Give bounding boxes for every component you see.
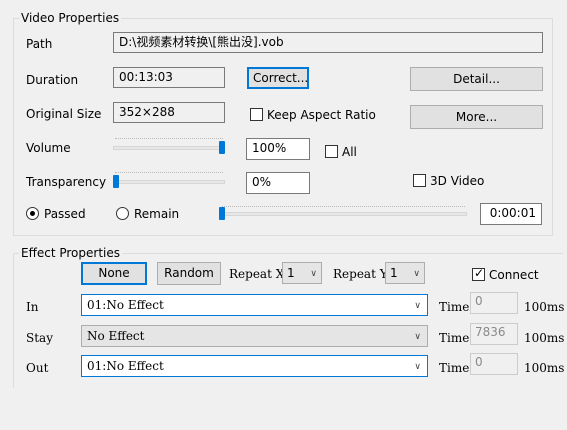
- transparency-slider-track[interactable]: [113, 180, 225, 184]
- transparency-field[interactable]: 0%: [246, 172, 310, 194]
- passed-radio[interactable]: [26, 207, 39, 220]
- in-time-field[interactable]: 0: [470, 292, 518, 314]
- in-time-label: Time: [439, 300, 470, 314]
- 3d-video-checkbox[interactable]: [413, 174, 426, 187]
- connect-label[interactable]: Connect: [489, 268, 539, 282]
- stay-effect-value: No Effect: [87, 329, 145, 343]
- repeat-y-label: Repeat Y: [333, 267, 388, 281]
- volume-field[interactable]: 100%: [246, 138, 310, 160]
- video-properties-title: Video Properties: [19, 11, 122, 25]
- chevron-down-icon: ∨: [310, 269, 317, 279]
- repeat-x-label: Repeat X: [229, 267, 285, 281]
- chevron-down-icon: ∨: [414, 332, 421, 342]
- out-label: Out: [26, 361, 49, 375]
- checkmark-icon: ✓: [474, 266, 485, 280]
- original-size-label: Original Size: [26, 107, 102, 121]
- chevron-down-icon: ∨: [414, 362, 421, 372]
- position-slider-thumb[interactable]: [219, 207, 225, 220]
- stay-time-field[interactable]: 7836: [470, 323, 518, 345]
- stay-time-label: Time: [439, 331, 470, 345]
- all-label[interactable]: All: [342, 145, 357, 159]
- repeat-x-value: 1: [287, 266, 295, 280]
- in-unit-label: 100ms: [524, 300, 565, 314]
- transparency-slider-ticks: [115, 172, 223, 174]
- out-effect-select[interactable]: 01:No Effect ∨: [81, 355, 428, 377]
- 3d-video-label[interactable]: 3D Video: [430, 174, 484, 188]
- repeat-y-select[interactable]: 1 ∨: [385, 262, 425, 284]
- detail-button[interactable]: Detail...: [410, 67, 543, 91]
- effect-properties-title: Effect Properties: [19, 246, 122, 260]
- remain-radio[interactable]: [116, 207, 129, 220]
- stay-effect-select[interactable]: No Effect ∨: [81, 325, 428, 347]
- volume-slider-ticks: [115, 138, 223, 140]
- out-time-field[interactable]: 0: [470, 353, 518, 375]
- passed-label[interactable]: Passed: [44, 207, 86, 221]
- repeat-x-select[interactable]: 1 ∨: [282, 262, 322, 284]
- out-effect-value: 01:No Effect: [87, 359, 164, 373]
- all-checkbox[interactable]: [325, 145, 338, 158]
- connect-checkbox[interactable]: ✓: [472, 266, 485, 281]
- path-label: Path: [26, 37, 53, 51]
- position-slider-track[interactable]: [220, 212, 467, 216]
- transparency-slider-thumb[interactable]: [113, 175, 119, 188]
- keep-aspect-label[interactable]: Keep Aspect Ratio: [267, 108, 376, 122]
- duration-field: 00:13:03: [113, 67, 225, 88]
- out-time-label: Time: [439, 361, 470, 375]
- stay-unit-label: 100ms: [524, 331, 565, 345]
- in-label: In: [26, 300, 39, 314]
- volume-label: Volume: [26, 141, 71, 155]
- in-effect-select[interactable]: 01:No Effect ∨: [81, 294, 428, 316]
- more-button[interactable]: More...: [410, 105, 543, 129]
- stay-label: Stay: [26, 331, 53, 345]
- position-slider-ticks: [222, 206, 465, 208]
- duration-label: Duration: [26, 73, 79, 87]
- out-unit-label: 100ms: [524, 361, 565, 375]
- remain-label[interactable]: Remain: [134, 207, 179, 221]
- position-field[interactable]: 0:00:01: [480, 203, 542, 225]
- correct-button[interactable]: Correct...: [247, 67, 309, 89]
- none-button[interactable]: None: [81, 262, 147, 285]
- chevron-down-icon: ∨: [413, 269, 420, 279]
- in-effect-value: 01:No Effect: [87, 298, 164, 312]
- repeat-y-value: 1: [390, 266, 398, 280]
- random-button[interactable]: Random: [157, 262, 221, 285]
- chevron-down-icon: ∨: [414, 301, 421, 311]
- keep-aspect-checkbox[interactable]: [250, 108, 263, 121]
- transparency-label: Transparency: [26, 175, 107, 189]
- volume-slider-thumb[interactable]: [219, 141, 225, 154]
- path-field: D:\视频素材转换\[熊出没].vob: [113, 32, 543, 53]
- passed-radio-dot: [30, 211, 35, 216]
- volume-slider-track[interactable]: [113, 146, 225, 150]
- original-size-field: 352×288: [113, 102, 225, 123]
